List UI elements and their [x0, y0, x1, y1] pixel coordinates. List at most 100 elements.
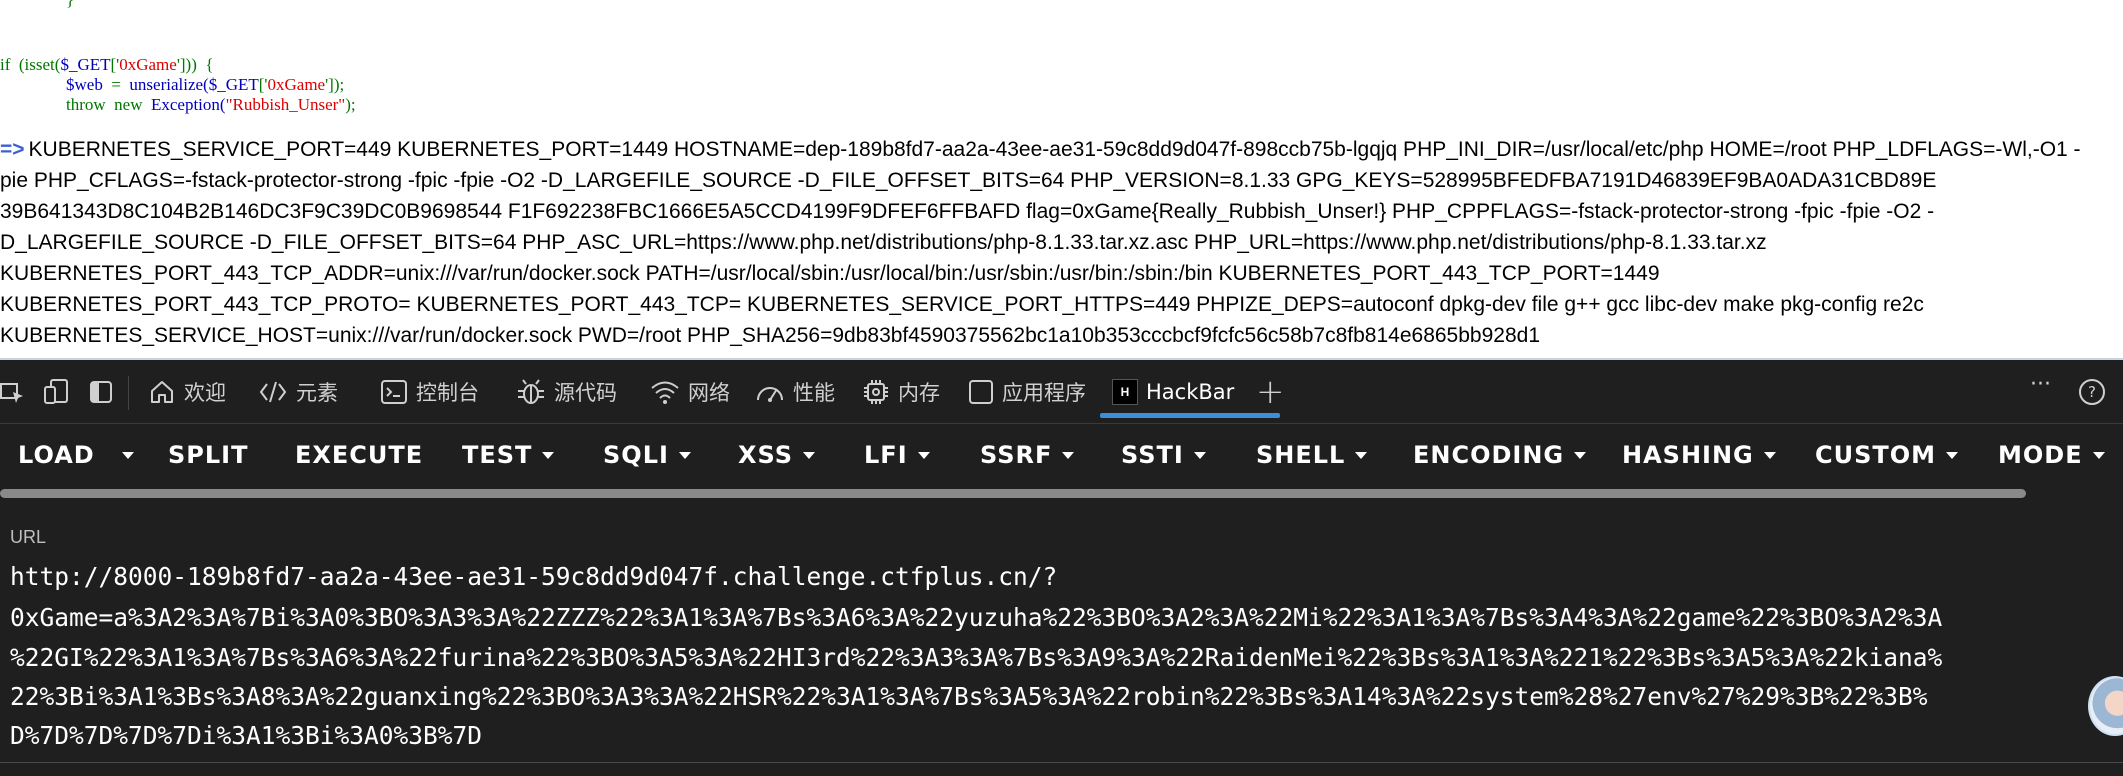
active-tab-indicator [1100, 413, 1280, 418]
lfi-menu[interactable]: LFI [864, 424, 930, 486]
application-icon [969, 380, 993, 404]
code-web-var: $web [66, 75, 103, 94]
shell-menu[interactable]: SHELL [1256, 424, 1368, 486]
menu-label: SSRF [980, 441, 1053, 469]
sqli-menu[interactable]: SQLI [603, 424, 691, 486]
help-icon: ? [2079, 379, 2105, 405]
tab-label: 元素 [296, 381, 338, 405]
encoding-menu[interactable]: ENCODING [1413, 424, 1587, 486]
url-text-line[interactable]: http://8000-189b8fd7-aa2a-43ee-ae31-59c8… [10, 562, 1057, 591]
code-exception-class: Exception( [150, 95, 226, 114]
load-button[interactable]: LOAD [18, 424, 95, 486]
help-button[interactable]: ? [2078, 361, 2106, 423]
env-output-line: KUBERNETES_PORT_443_TCP_ADDR=unix:///var… [0, 262, 1660, 285]
inspect-element-icon[interactable] [0, 361, 26, 423]
env-output-line: pie PHP_CFLAGS=-fstack-protector-strong … [0, 169, 1937, 192]
url-text-line[interactable]: D%7D%7D%7D%7Di%3A1%3Bi%3A0%3B%7D [10, 721, 482, 750]
chevron-down-icon [1062, 451, 1075, 459]
url-text-line[interactable]: 0xGame=a%3A2%3A%7Bi%3A0%3BO%3A3%3A%22ZZZ… [10, 603, 1942, 632]
tab-sources[interactable]: 源代码 [516, 361, 617, 423]
hashing-menu[interactable]: HASHING [1622, 424, 1776, 486]
tab-performance[interactable]: 性能 [755, 361, 835, 423]
code-isset: (isset( [10, 55, 61, 74]
menu-label: XSS [738, 441, 793, 469]
chevron-down-icon [1763, 451, 1776, 459]
custom-menu[interactable]: CUSTOM [1815, 424, 1959, 486]
load-dropdown-button[interactable] [112, 424, 134, 486]
divider [128, 376, 129, 410]
tab-label: 应用程序 [1002, 381, 1086, 405]
tab-application[interactable]: 应用程序 [968, 361, 1086, 423]
code-brackets-icon [259, 381, 287, 403]
url-field-label: URL [10, 527, 47, 547]
hackbar-toolbar: LOAD SPLIT EXECUTE TEST SQLI XSS LFI SSR… [0, 424, 2123, 486]
url-text-line[interactable]: %22GI%22%3A1%3A%7Bs%3A6%3A%22furina%22%3… [10, 643, 1942, 672]
page-divider [0, 358, 2123, 360]
menu-label: SHELL [1256, 441, 1346, 469]
more-tools-button[interactable]: ··· [2030, 353, 2051, 415]
gauge-icon [757, 387, 783, 402]
tab-label: 内存 [898, 381, 940, 405]
console-icon [381, 380, 407, 404]
url-field-border [0, 762, 2123, 763]
code-exception-message: "Rubbish_Unser" [225, 95, 346, 114]
code-key: 0xGame [119, 55, 177, 74]
chevron-down-icon [1574, 451, 1587, 459]
split-button[interactable]: SPLIT [168, 424, 248, 486]
env-output-line: KUBERNETES_PORT_443_TCP_PROTO= KUBERNETE… [0, 293, 1924, 316]
code-get-var: $_GET [208, 75, 259, 94]
code-assign: = [102, 75, 130, 94]
code-key: 0xGame [267, 75, 326, 94]
horizontal-scrollbar-thumb[interactable] [0, 489, 2026, 498]
code-throw-keyword: throw new [66, 95, 151, 114]
menu-label: CUSTOM [1815, 441, 1937, 469]
mode-menu[interactable]: MODE [1998, 424, 2105, 486]
ssrf-menu[interactable]: SSRF [980, 424, 1075, 486]
chevron-down-icon [1355, 451, 1368, 459]
execute-button[interactable]: EXECUTE [295, 424, 423, 486]
wifi-icon [651, 381, 679, 404]
code-get-var: $_GET [60, 55, 111, 74]
chevron-down-icon [917, 451, 930, 459]
ssti-menu[interactable]: SSTI [1121, 424, 1206, 486]
page-output: } if (isset($_GET['0xGame'])) { $web = u… [0, 0, 2123, 360]
menu-label: HASHING [1622, 441, 1754, 469]
chevron-down-icon [1193, 451, 1206, 459]
tab-label: 欢迎 [184, 381, 226, 405]
code-close: '])) { [176, 55, 214, 74]
menu-label: LFI [864, 441, 908, 469]
chevron-down-icon [1946, 451, 1959, 459]
tab-elements[interactable]: 元素 [258, 361, 338, 423]
code-closing-brace: } [66, 0, 74, 10]
code-close: ); [345, 95, 356, 114]
env-output-line-flag: 39B641343D8C104B2B146DC3F9C39DC0B9698544… [0, 200, 1935, 223]
code-unserialize-fn: unserialize( [129, 75, 209, 94]
chevron-down-icon [542, 451, 555, 459]
tab-network[interactable]: 网络 [650, 361, 730, 423]
env-text: KUBERNETES_SERVICE_PORT=449 KUBERNETES_P… [28, 138, 2081, 161]
env-output-line: D_LARGEFILE_SOURCE -D_FILE_OFFSET_BITS=6… [0, 231, 1767, 254]
dock-side-icon[interactable] [89, 361, 113, 423]
device-emulation-icon[interactable] [42, 361, 72, 423]
avatar[interactable] [2088, 676, 2123, 736]
code-if-line: if (isset($_GET['0xGame'])) { [0, 55, 214, 75]
hackbar-logo-icon: H [1112, 379, 1138, 405]
tab-console[interactable]: 控制台 [380, 361, 479, 423]
chevron-down-icon [122, 451, 134, 459]
code-throw-line: throw new Exception("Rubbish_Unser"); [66, 95, 356, 115]
code-close: ']); [325, 75, 345, 94]
menu-label: ENCODING [1413, 441, 1565, 469]
test-menu[interactable]: TEST [462, 424, 555, 486]
env-output-line: KUBERNETES_SERVICE_HOST=unix:///var/run/… [0, 324, 1540, 347]
tab-label: 源代码 [554, 381, 617, 405]
tab-label: 控制台 [416, 381, 479, 405]
xss-menu[interactable]: XSS [738, 424, 815, 486]
code-bracket: [' [258, 75, 268, 94]
url-text-line[interactable]: 22%3Bi%3A1%3Bs%3A8%3A%22guanxing%22%3BO%… [10, 682, 1928, 711]
chevron-down-icon [678, 451, 691, 459]
code-unserialize-line: $web = unserialize($_GET['0xGame']); [66, 75, 344, 95]
menu-label: SQLI [603, 441, 669, 469]
tab-memory[interactable]: 内存 [862, 361, 940, 423]
tab-label: 网络 [688, 381, 730, 405]
tab-welcome[interactable]: 欢迎 [148, 361, 226, 423]
